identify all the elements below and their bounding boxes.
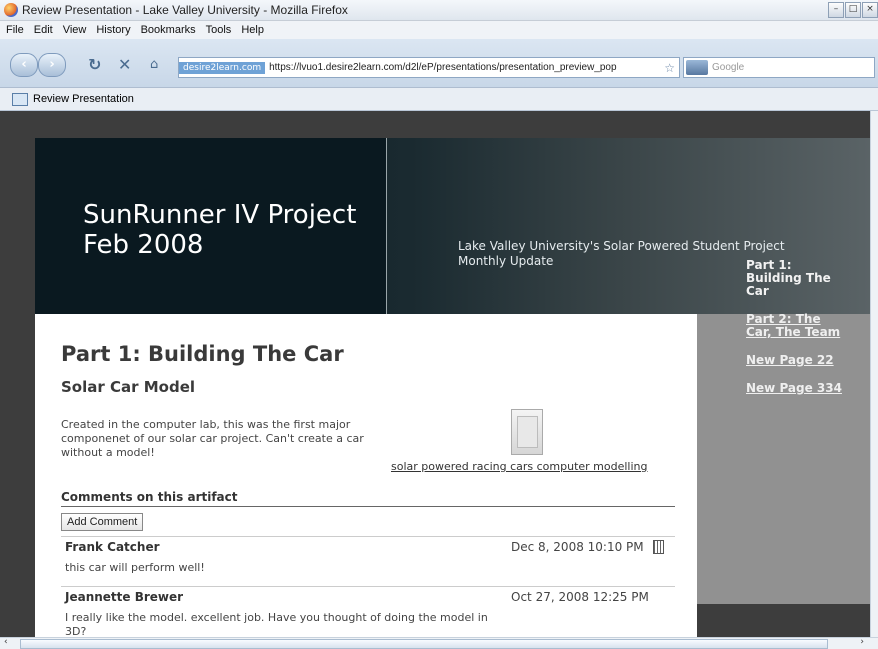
forward-icon[interactable]: › [38,53,66,77]
menu-bar: File Edit View History Bookmarks Tools H… [0,21,878,39]
menu-help[interactable]: Help [241,24,264,36]
address-bar[interactable]: desire2learn.com https://lvuo1.desire2le… [178,57,680,78]
star-icon[interactable]: ☆ [664,61,679,75]
menu-edit[interactable]: Edit [34,24,53,36]
comment-item: Frank Catcher Dec 8, 2008 10:10 PM this … [61,536,675,587]
page-viewport: SunRunner IV Project Feb 2008 Lake Valle… [0,111,870,637]
menu-file[interactable]: File [6,24,24,36]
nav-link-new-page-334[interactable]: New Page 334 [746,382,846,395]
menu-bookmarks[interactable]: Bookmarks [141,24,196,36]
section-heading: Solar Car Model [61,378,196,396]
reload-icon[interactable]: ↻ [88,55,101,74]
tab-strip: Review Presentation [0,88,878,111]
back-icon[interactable]: ‹ [10,53,38,77]
menu-tools[interactable]: Tools [206,24,232,36]
close-button[interactable]: × [862,2,878,18]
menu-view[interactable]: View [63,24,87,36]
banner-divider [386,138,387,314]
window-controls: – □ × [828,2,878,18]
search-input[interactable]: Google [683,57,875,78]
comment-date: Dec 8, 2008 10:10 PM [511,540,644,554]
page-heading: Part 1: Building The Car [61,342,344,366]
comment-author: Frank Catcher [65,540,160,554]
banner-title-line2: Feb 2008 [83,230,204,260]
add-comment-button[interactable]: Add Comment [61,513,144,531]
banner-title-line1: SunRunner IV Project [83,200,357,230]
nav-link-new-page-22[interactable]: New Page 22 [746,354,846,367]
artifact-link[interactable]: solar powered racing cars computer model… [391,460,648,473]
comments-heading: Comments on this artifact [61,490,238,504]
window-title: Review Presentation - Lake Valley Univer… [22,3,348,17]
firefox-icon [4,3,18,17]
horizontal-scrollbar[interactable]: ‹ › [0,637,878,649]
menu-history[interactable]: History [96,24,130,36]
main-content: Part 1: Building The Car Solar Car Model… [35,314,697,637]
comment-author: Jeannette Brewer [65,590,184,604]
banner-title: SunRunner IV Project Feb 2008 [83,200,356,260]
vertical-scrollbar[interactable] [870,111,878,637]
page-navigation: Part 1: Building The Car Part 2: The Car… [746,259,846,410]
scroll-left-icon[interactable]: ‹ [4,637,8,647]
tab-review-presentation[interactable]: Review Presentation [33,93,134,105]
nav-current-page: Part 1: Building The Car [746,258,831,298]
site-identity-badge[interactable]: desire2learn.com [179,61,266,74]
presentation-banner: SunRunner IV Project Feb 2008 Lake Valle… [35,138,870,314]
search-engine-icon[interactable] [686,60,708,75]
window-titlebar: Review Presentation - Lake Valley Univer… [0,0,878,21]
comment-item: Jeannette Brewer Oct 27, 2008 12:25 PM I… [61,586,675,637]
trash-icon[interactable] [653,540,664,554]
artifact-thumbnail[interactable] [511,409,543,455]
stop-icon[interactable]: ✕ [118,55,131,74]
scroll-right-icon[interactable]: › [860,637,864,647]
home-icon[interactable]: ⌂ [150,57,158,72]
search-placeholder: Google [712,62,745,73]
minimize-button[interactable]: – [828,2,844,18]
nav-link-part-2[interactable]: Part 2: The Car, The Team [746,313,846,339]
maximize-button[interactable]: □ [845,2,861,18]
url-text[interactable]: https://lvuo1.desire2learn.com/d2l/eP/pr… [269,62,616,73]
artifact-description: Created in the computer lab, this was th… [61,418,364,459]
comment-text: I really like the model. excellent job. … [65,611,488,637]
banner-subtitle-line1: Lake Valley University's Solar Powered S… [458,239,785,253]
comment-text: this car will perform well! [65,561,205,574]
page-icon [12,92,28,106]
comment-date: Oct 27, 2008 12:25 PM [511,590,649,604]
comments-divider [61,506,675,507]
